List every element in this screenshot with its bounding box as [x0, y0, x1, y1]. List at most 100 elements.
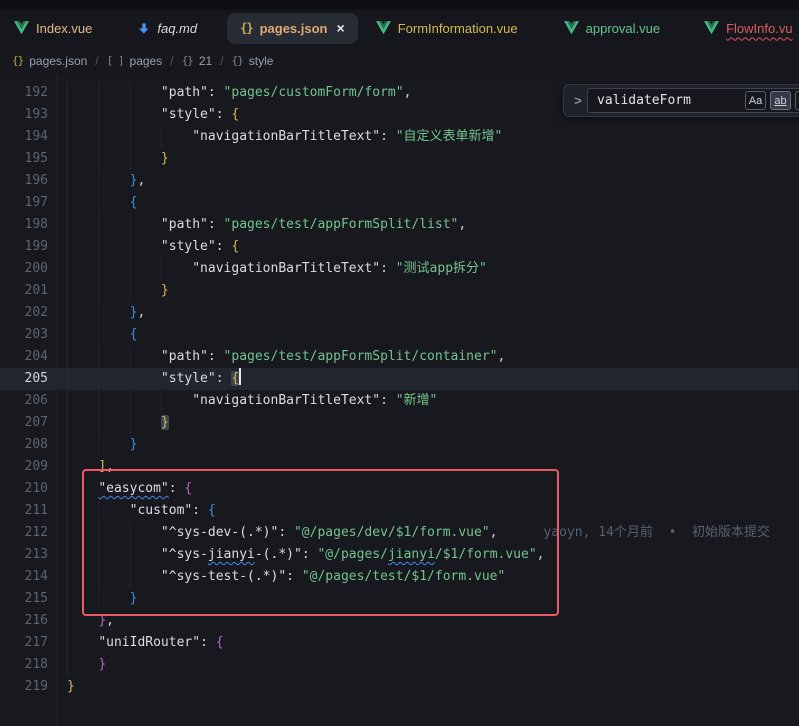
symbol-icon: {} — [182, 54, 193, 67]
line-content: "navigationBarTitleText": "测试app拆分" — [67, 258, 799, 280]
tab-label: pages.json — [260, 21, 328, 36]
breadcrumb-label: 21 — [199, 54, 212, 68]
symbol-icon: {} — [12, 54, 23, 67]
line-content: } — [67, 148, 799, 170]
code-line-208[interactable]: 208 } — [0, 434, 799, 456]
line-content: "style": { — [67, 236, 799, 258]
vue-icon — [704, 21, 719, 35]
breadcrumb-separator: / — [220, 54, 223, 68]
tab-faq-md[interactable]: faq.md — [138, 13, 197, 44]
code-line-214[interactable]: 214 "^sys-test-(.*)": "@/pages/test/$1/f… — [0, 566, 799, 588]
find-input-box[interactable]: validateForm Aa ab .* — [587, 88, 799, 113]
match-case-button[interactable]: Aa — [745, 91, 766, 110]
code-line-206[interactable]: 206 "navigationBarTitleText": "新增" — [0, 390, 799, 412]
line-content: }, — [67, 170, 799, 192]
code-line-197[interactable]: 197 { — [0, 192, 799, 214]
code-line-204[interactable]: 204 "path": "pages/test/appFormSplit/con… — [0, 346, 799, 368]
breadcrumb-label: style — [249, 54, 274, 68]
find-widget: > validateForm Aa ab .* — [563, 84, 799, 117]
code-line-201[interactable]: 201 } — [0, 280, 799, 302]
breadcrumb: {} pages.json / [ ] pages / {} 21 / {} style — [0, 46, 799, 75]
breadcrumb-item-pages[interactable]: [ ] pages — [107, 54, 163, 68]
code-line-218[interactable]: 218 } — [0, 654, 799, 676]
code-line-210[interactable]: 210 "easycom": { — [0, 478, 799, 500]
line-content: "^sys-dev-(.*)": "@/pages/dev/$1/form.vu… — [67, 522, 799, 544]
regex-button[interactable]: .* — [795, 91, 799, 110]
line-content: { — [67, 192, 799, 214]
code-line-200[interactable]: 200 "navigationBarTitleText": "测试app拆分" — [0, 258, 799, 280]
code-line-217[interactable]: 217 "uniIdRouter": { — [0, 632, 799, 654]
tab-flowinfo-vu[interactable]: FlowInfo.vu — [704, 13, 792, 44]
breadcrumb-label: pages — [130, 54, 163, 68]
line-content: }, — [67, 302, 799, 324]
code-editor-window: Index.vue faq.md {} pages.json × FormInformat… — [0, 0, 799, 726]
tab-label: Index.vue — [36, 21, 92, 36]
breadcrumb-label: pages.json — [29, 54, 87, 68]
code-line-209[interactable]: 209 ], — [0, 456, 799, 478]
code-line-215[interactable]: 215 } — [0, 588, 799, 610]
line-content: } — [67, 434, 799, 456]
line-content: ], — [67, 456, 799, 478]
window-top-strip — [0, 0, 799, 10]
code-line-213[interactable]: 213 "^sys-jianyi-(.*)": "@/pages/jianyi/… — [0, 544, 799, 566]
symbol-icon: [ ] — [107, 54, 124, 67]
close-icon[interactable]: × — [337, 21, 345, 35]
vue-icon — [564, 21, 579, 35]
line-content: } — [67, 654, 799, 676]
code-line-195[interactable]: 195 } — [0, 148, 799, 170]
code-line-212[interactable]: 212 "^sys-dev-(.*)": "@/pages/dev/$1/for… — [0, 522, 799, 544]
code-line-219[interactable]: 219} — [0, 676, 799, 698]
tab-index-vue[interactable]: Index.vue — [14, 13, 92, 44]
tab-bar: Index.vue faq.md {} pages.json × FormInformat… — [0, 10, 799, 46]
line-content: "^sys-jianyi-(.*)": "@/pages/jianyi/$1/f… — [67, 544, 799, 566]
tab-forminformation-vue[interactable]: FormInformation.vue — [376, 13, 518, 44]
code-line-205[interactable]: 205 "style": { — [0, 368, 799, 390]
git-blame-annotation: yaoyn, 14个月前 • 初始版本提交 — [543, 525, 770, 540]
code-lines: 192 "path": "pages/customForm/form",193 … — [0, 82, 799, 698]
breadcrumb-item-21[interactable]: {} 21 — [182, 54, 213, 68]
editor-pane[interactable]: 192 "path": "pages/customForm/form",193 … — [0, 75, 799, 726]
line-content: "uniIdRouter": { — [67, 632, 799, 654]
symbol-icon: {} — [232, 54, 243, 67]
vue-icon — [14, 21, 29, 35]
code-line-216[interactable]: 216 }, — [0, 610, 799, 632]
line-content: } — [67, 412, 799, 434]
find-query-text[interactable]: validateForm — [597, 93, 741, 108]
line-content: } — [67, 280, 799, 302]
breadcrumb-item-pages-json[interactable]: {} pages.json — [12, 54, 87, 68]
code-line-198[interactable]: 198 "path": "pages/test/appFormSplit/lis… — [0, 214, 799, 236]
code-line-196[interactable]: 196 }, — [0, 170, 799, 192]
tab-label: approval.vue — [586, 21, 660, 36]
line-content: "navigationBarTitleText": "自定义表单新增" — [67, 126, 799, 148]
code-line-211[interactable]: 211 "custom": { — [0, 500, 799, 522]
json-braces-icon: {} — [240, 21, 252, 35]
code-line-207[interactable]: 207 } — [0, 412, 799, 434]
line-content: } — [67, 588, 799, 610]
tab-approval-vue[interactable]: approval.vue — [564, 13, 660, 44]
breadcrumb-separator: / — [170, 54, 173, 68]
code-line-194[interactable]: 194 "navigationBarTitleText": "自定义表单新增" — [0, 126, 799, 148]
gutter-divider — [56, 75, 57, 726]
text-cursor — [239, 368, 241, 385]
line-content: "style": { — [67, 368, 799, 390]
line-content: "path": "pages/test/appFormSplit/list", — [67, 214, 799, 236]
line-content: }, — [67, 610, 799, 632]
line-content: "path": "pages/test/appFormSplit/contain… — [67, 346, 799, 368]
code-line-199[interactable]: 199 "style": { — [0, 236, 799, 258]
line-content: } — [67, 676, 799, 698]
find-expand-chevron-icon[interactable]: > — [569, 93, 587, 108]
line-content: "custom": { — [67, 500, 799, 522]
line-content: "easycom": { — [67, 478, 799, 500]
line-content: "navigationBarTitleText": "新增" — [67, 390, 799, 412]
whole-word-button[interactable]: ab — [770, 91, 791, 110]
code-line-202[interactable]: 202 }, — [0, 302, 799, 324]
markdown-arrow-icon — [138, 22, 150, 35]
line-content: { — [67, 324, 799, 346]
vue-icon — [376, 21, 391, 35]
breadcrumb-item-style[interactable]: {} style — [232, 54, 274, 68]
tab-pages-json[interactable]: {} pages.json × — [227, 13, 358, 44]
code-line-203[interactable]: 203 { — [0, 324, 799, 346]
breadcrumb-separator: / — [95, 54, 98, 68]
line-content: "^sys-test-(.*)": "@/pages/test/$1/form.… — [67, 566, 799, 588]
tab-label: FlowInfo.vu — [726, 21, 792, 36]
